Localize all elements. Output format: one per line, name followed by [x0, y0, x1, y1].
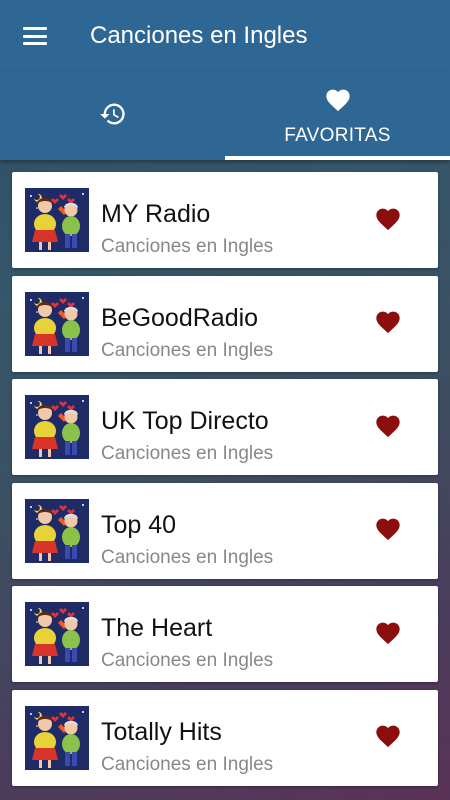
- station-name: UK Top Directo: [101, 407, 269, 435]
- station-thumbnail: [25, 188, 89, 252]
- heart-icon: [374, 205, 402, 236]
- station-name: Top 40: [101, 510, 177, 539]
- app-title: Canciones en Ingles: [90, 22, 308, 49]
- station-name: MY Radio: [101, 200, 211, 228]
- heart-icon: [374, 308, 402, 339]
- station-name: The Heart: [101, 614, 213, 642]
- heart-icon: [324, 86, 352, 117]
- station-name: Totally Hits: [101, 717, 222, 746]
- station-subtitle: Canciones en Ingles: [101, 339, 274, 361]
- heart-icon: [374, 722, 402, 753]
- favorite-button[interactable]: [372, 515, 404, 547]
- list-item[interactable]: The Heart Canciones en Ingles: [12, 586, 438, 682]
- station-subtitle: Canciones en Ingles: [101, 236, 274, 257]
- history-icon: [99, 100, 127, 133]
- station-thumbnail: [25, 602, 89, 666]
- favorite-button[interactable]: [372, 308, 404, 340]
- tab-favoritas[interactable]: FAVORITAS: [225, 72, 450, 160]
- hamburger-menu-icon: [23, 27, 47, 45]
- list-item[interactable]: UK Top Directo Canciones en Ingles: [12, 379, 438, 475]
- station-list: MY Radio Canciones en Ingles BeGoodRadio…: [12, 172, 438, 793]
- menu-button[interactable]: [0, 0, 70, 72]
- tab-favoritas-label: FAVORITAS: [284, 124, 391, 146]
- station-subtitle: Canciones en Ingles: [101, 650, 274, 671]
- favorite-button[interactable]: [372, 204, 404, 236]
- station-name: BeGoodRadio: [101, 303, 259, 332]
- station-subtitle: Canciones en Ingles: [101, 443, 274, 464]
- heart-icon: [374, 619, 402, 650]
- list-item[interactable]: MY Radio Canciones en Ingles: [12, 172, 438, 268]
- tab-history[interactable]: [0, 72, 225, 160]
- app-bar: Canciones en Ingles: [0, 0, 450, 72]
- favorite-button[interactable]: [372, 722, 404, 754]
- favorite-button[interactable]: [372, 618, 404, 650]
- list-item[interactable]: Totally Hits Canciones en Ingles: [12, 689, 438, 786]
- heart-icon: [374, 412, 402, 443]
- favorite-button[interactable]: [372, 411, 404, 443]
- station-subtitle: Canciones en Ingles: [101, 753, 274, 775]
- list-item[interactable]: BeGoodRadio Canciones en Ingles: [12, 275, 438, 372]
- tab-bar: FAVORITAS: [0, 72, 450, 160]
- station-subtitle: Canciones en Ingles: [101, 546, 274, 568]
- active-tab-indicator: [225, 156, 450, 160]
- list-item[interactable]: Top 40 Canciones en Ingles: [12, 482, 438, 579]
- station-thumbnail: [25, 395, 89, 459]
- station-thumbnail: [25, 291, 89, 356]
- heart-icon: [374, 515, 402, 546]
- station-thumbnail: [25, 705, 89, 770]
- station-thumbnail: [25, 498, 89, 563]
